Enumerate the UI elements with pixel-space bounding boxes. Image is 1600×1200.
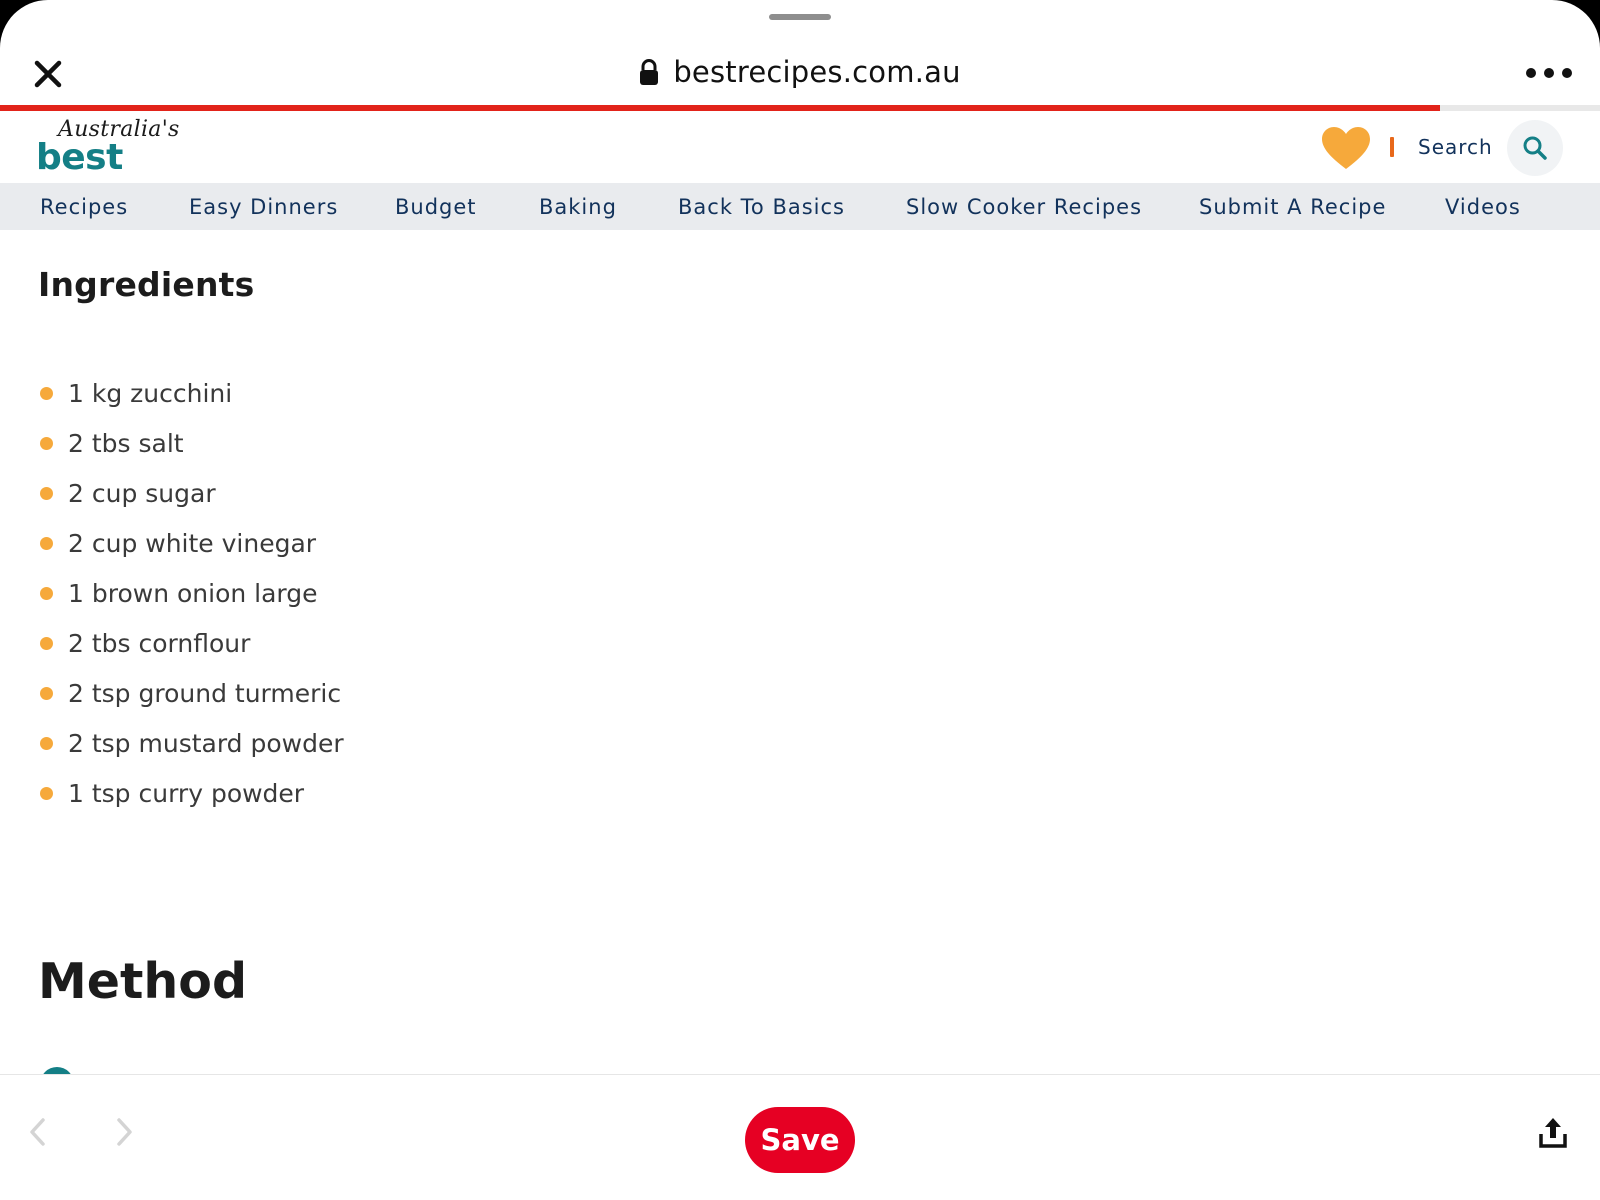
bullet-icon: [40, 386, 53, 400]
nav-item-submit-recipe[interactable]: Submit A Recipe: [1199, 195, 1386, 219]
bullet-icon: [40, 636, 53, 650]
more-dots-icon: [1526, 68, 1536, 78]
browser-sheet: bestrecipes.com.au Australia's best reci…: [0, 0, 1600, 1200]
nav-item-budget[interactable]: Budget: [395, 195, 477, 219]
ingredient-item: 2 tsp ground turmeric: [40, 668, 344, 718]
nav-item-easy-dinners[interactable]: Easy Dinners: [189, 195, 338, 219]
chevron-right-icon: [117, 1118, 132, 1146]
sheet-grabber-handle[interactable]: [769, 14, 831, 20]
header-divider: [1390, 137, 1394, 157]
ingredients-list: 1 kg zucchini 2 tbs salt 2 cup sugar 2 c…: [40, 368, 344, 818]
nav-item-recipes[interactable]: Recipes: [40, 195, 128, 219]
search-icon: [1523, 136, 1547, 160]
search-label[interactable]: Search: [1418, 135, 1493, 159]
bullet-icon: [40, 436, 53, 450]
bullet-icon: [40, 486, 53, 500]
bullet-icon: [40, 686, 53, 700]
site-header: Australia's best recipes Search: [0, 111, 1600, 219]
address-bar[interactable]: bestrecipes.com.au: [0, 52, 1600, 92]
nav-item-videos[interactable]: Videos: [1445, 195, 1521, 219]
share-button[interactable]: [1534, 1113, 1572, 1153]
chevron-left-icon: [30, 1118, 45, 1146]
bullet-icon: [40, 736, 53, 750]
nav-item-baking[interactable]: Baking: [539, 195, 617, 219]
ingredient-item: 2 cup white vinegar: [40, 518, 344, 568]
ingredient-item: 2 cup sugar: [40, 468, 344, 518]
bullet-icon: [40, 786, 53, 800]
forward-button[interactable]: [110, 1113, 140, 1151]
nav-item-slow-cooker[interactable]: Slow Cooker Recipes: [906, 195, 1142, 219]
site-logo[interactable]: Australia's best recipes: [36, 115, 246, 219]
main-nav: Recipes Easy Dinners Budget Baking Back …: [0, 183, 1600, 230]
share-icon: [1539, 1118, 1567, 1148]
ingredient-item: 2 tsp mustard powder: [40, 718, 344, 768]
bullet-icon: [40, 536, 53, 550]
bullet-icon: [40, 586, 53, 600]
ingredient-item: 2 tbs cornflour: [40, 618, 344, 668]
back-button[interactable]: [22, 1113, 52, 1151]
save-button[interactable]: Save: [745, 1107, 855, 1173]
ingredient-item: 1 tsp curry powder: [40, 768, 344, 818]
ingredients-heading: Ingredients: [38, 265, 255, 304]
method-heading: Method: [38, 953, 248, 1010]
nav-item-back-to-basics[interactable]: Back To Basics: [678, 195, 845, 219]
ingredient-item: 1 kg zucchini: [40, 368, 344, 418]
bottom-toolbar: Save: [0, 1074, 1600, 1200]
more-options-button[interactable]: [1526, 58, 1572, 88]
lock-icon: [640, 58, 659, 85]
search-button[interactable]: [1507, 120, 1563, 176]
url-text: bestrecipes.com.au: [673, 55, 961, 89]
ingredient-item: 1 brown onion large: [40, 568, 344, 618]
ingredient-item: 2 tbs salt: [40, 418, 344, 468]
heart-icon[interactable]: [1320, 125, 1372, 171]
